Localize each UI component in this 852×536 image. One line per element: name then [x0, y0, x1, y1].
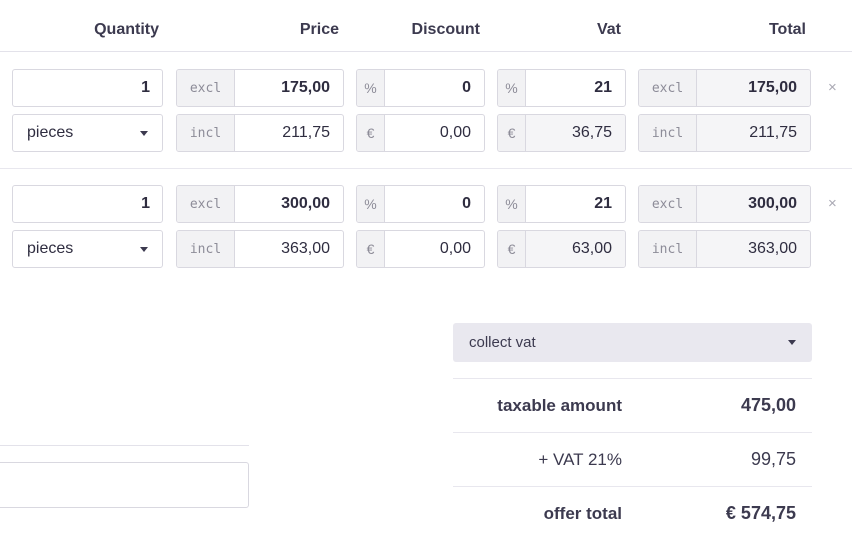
- taxable-amount-value: 475,00: [740, 395, 796, 415]
- incl-addon: incl: [639, 231, 697, 267]
- discount-amount-field[interactable]: € 0,00: [356, 114, 485, 152]
- chevron-down-icon: [140, 246, 148, 252]
- total-excl-value: 300,00: [697, 186, 810, 222]
- unit-label: pieces: [27, 240, 74, 257]
- price-excl-field[interactable]: excl 300,00: [176, 185, 344, 223]
- vat-amount-field: € 63,00: [497, 230, 626, 268]
- price-excl-value: 175,00: [281, 79, 330, 96]
- price-incl-value: 211,75: [282, 124, 330, 141]
- vat-total-value: 99,75: [750, 449, 796, 469]
- total-excl-field: excl 300,00: [638, 185, 811, 223]
- excl-addon: excl: [177, 70, 235, 106]
- percent-addon: %: [357, 186, 385, 222]
- vat-total-label: + VAT 21%: [538, 450, 622, 469]
- euro-addon: €: [498, 115, 526, 151]
- discount-amount-value: 0,00: [439, 240, 471, 257]
- header-vat: Vat: [596, 21, 621, 38]
- total-incl-field: incl 211,75: [638, 114, 811, 152]
- vat-percent-field[interactable]: % 21: [497, 69, 626, 107]
- vat-amount-field: € 36,75: [497, 114, 626, 152]
- price-incl-value: 363,00: [281, 240, 330, 257]
- chevron-down-icon: [140, 130, 148, 136]
- vat-percent-value: 21: [594, 79, 612, 96]
- notes-input[interactable]: [0, 462, 249, 508]
- discount-percent-field[interactable]: % 0: [356, 69, 485, 107]
- offer-total-value: € 574,75: [725, 503, 796, 523]
- vat-amount-value: 36,75: [526, 115, 625, 151]
- discount-amount-value: 0,00: [439, 124, 471, 141]
- price-excl-value: 300,00: [281, 195, 330, 212]
- price-incl-field[interactable]: incl 211,75: [176, 114, 344, 152]
- excl-addon: excl: [639, 186, 697, 222]
- vat-mode-label: collect vat: [469, 334, 536, 351]
- discount-amount-field[interactable]: € 0,00: [356, 230, 485, 268]
- header-total: Total: [768, 21, 806, 38]
- close-icon[interactable]: ×: [828, 195, 837, 212]
- header-quantity: Quantity: [94, 21, 159, 38]
- totals-divider: [453, 378, 812, 379]
- header-divider: [0, 51, 852, 52]
- price-excl-field[interactable]: excl 175,00: [176, 69, 344, 107]
- notes-divider: [0, 445, 249, 446]
- close-icon[interactable]: ×: [828, 79, 837, 96]
- total-excl-value: 175,00: [697, 70, 810, 106]
- discount-percent-value: 0: [462, 195, 471, 212]
- euro-addon: €: [357, 231, 385, 267]
- total-incl-value: 211,75: [697, 115, 810, 151]
- totals-divider: [453, 432, 812, 433]
- unit-select[interactable]: pieces: [12, 114, 163, 152]
- line-divider: [0, 168, 852, 169]
- header-price: Price: [299, 21, 339, 38]
- discount-percent-value: 0: [462, 79, 471, 96]
- totals-divider: [453, 486, 812, 487]
- vat-percent-field[interactable]: % 21: [497, 185, 626, 223]
- quantity-input[interactable]: 1: [12, 69, 163, 107]
- total-excl-field: excl 175,00: [638, 69, 811, 107]
- chevron-down-icon: [788, 340, 796, 345]
- vat-percent-value: 21: [594, 195, 612, 212]
- total-incl-value: 363,00: [697, 231, 810, 267]
- incl-addon: incl: [639, 115, 697, 151]
- incl-addon: incl: [177, 231, 235, 267]
- euro-addon: €: [357, 115, 385, 151]
- incl-addon: incl: [177, 115, 235, 151]
- quantity-input[interactable]: 1: [12, 185, 163, 223]
- unit-select[interactable]: pieces: [12, 230, 163, 268]
- unit-label: pieces: [27, 124, 74, 141]
- total-incl-field: incl 363,00: [638, 230, 811, 268]
- euro-addon: €: [498, 231, 526, 267]
- percent-addon: %: [357, 70, 385, 106]
- offer-total-label: offer total: [543, 504, 622, 523]
- excl-addon: excl: [177, 186, 235, 222]
- percent-addon: %: [498, 186, 526, 222]
- price-incl-field[interactable]: incl 363,00: [176, 230, 344, 268]
- header-discount: Discount: [411, 21, 480, 38]
- vat-mode-select[interactable]: collect vat: [453, 323, 812, 362]
- discount-percent-field[interactable]: % 0: [356, 185, 485, 223]
- taxable-amount-label: taxable amount: [497, 396, 622, 415]
- percent-addon: %: [498, 70, 526, 106]
- excl-addon: excl: [639, 70, 697, 106]
- vat-amount-value: 63,00: [526, 231, 625, 267]
